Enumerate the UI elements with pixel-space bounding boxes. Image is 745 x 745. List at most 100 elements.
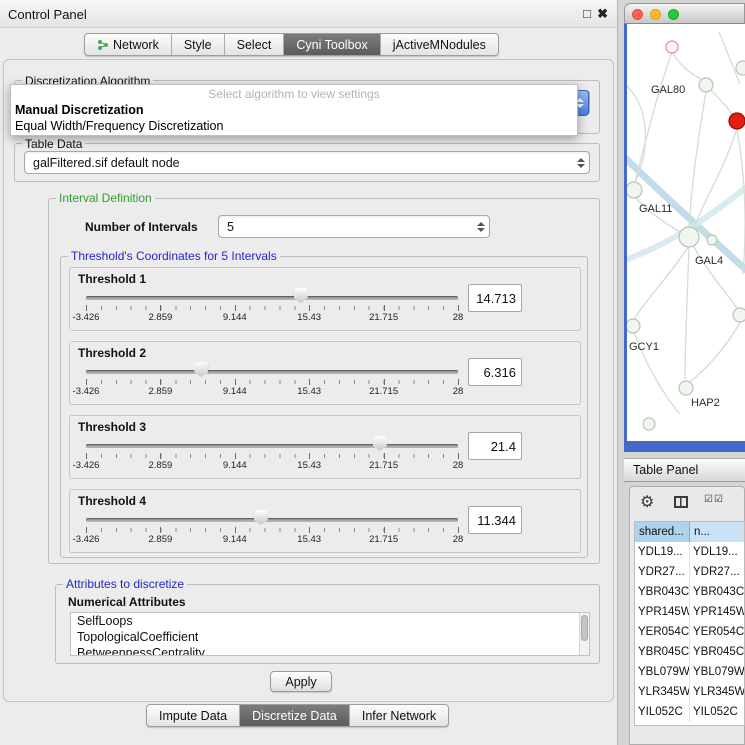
table-row[interactable]: YBL079WYBL079W: [635, 662, 744, 682]
checkboxes-icon[interactable]: ☑☑: [704, 494, 724, 505]
cell-name[interactable]: YBR043C: [690, 582, 744, 602]
threshold-value-field[interactable]: [468, 432, 522, 460]
list-scrollbar[interactable]: [579, 613, 589, 655]
tab-discretize-data[interactable]: Discretize Data: [240, 705, 350, 726]
tab-label: Style: [184, 38, 212, 52]
close-icon[interactable]: ✖: [597, 6, 608, 22]
tab-style[interactable]: Style: [172, 34, 225, 55]
column-header-name[interactable]: n...: [690, 522, 744, 542]
network-node[interactable]: [679, 227, 699, 247]
cell-shared-name[interactable]: YER054C: [635, 622, 690, 642]
column-header-shared-name[interactable]: shared...: [635, 522, 690, 542]
threshold-value-field[interactable]: [468, 506, 522, 534]
cell-shared-name[interactable]: YIL052C: [635, 702, 690, 722]
table-row[interactable]: YDL19...YDL19...: [635, 542, 744, 562]
slider-track[interactable]: [86, 518, 458, 522]
scale-tick: [309, 305, 310, 311]
threshold-value-field[interactable]: [468, 358, 522, 386]
network-node[interactable]: [643, 418, 655, 430]
slider-tick-marks: [86, 528, 459, 532]
cell-name[interactable]: YLR345W: [690, 682, 744, 702]
network-node[interactable]: [679, 381, 693, 395]
threshold-label: Threshold 3: [78, 420, 146, 434]
slider-thumb[interactable]: [373, 436, 387, 451]
slider-track[interactable]: [86, 296, 458, 300]
network-node[interactable]: [627, 182, 642, 198]
table-panel-header[interactable]: Table Panel: [624, 458, 745, 482]
threshold-label: Threshold 4: [78, 494, 146, 508]
zoom-button[interactable]: [668, 9, 679, 20]
cell-name[interactable]: YDR27...: [690, 562, 744, 582]
slider-track[interactable]: [86, 444, 458, 448]
slider-track[interactable]: [86, 370, 458, 374]
app-root: Control Panel □ ✖ Network Style Select C…: [0, 0, 745, 745]
table-row[interactable]: YIL052CYIL052C: [635, 702, 744, 722]
network-node[interactable]: [733, 308, 745, 322]
network-node[interactable]: [627, 319, 640, 333]
tab-infer-network[interactable]: Infer Network: [350, 705, 448, 726]
dropdown-option-equal-width[interactable]: Equal Width/Frequency Discretization: [15, 119, 223, 133]
cell-shared-name[interactable]: YBL079W: [635, 662, 690, 682]
cell-name[interactable]: YBR045C: [690, 642, 744, 662]
cell-shared-name[interactable]: YBR045C: [635, 642, 690, 662]
cell-name[interactable]: YDL19...: [690, 542, 744, 562]
algorithm-dropdown-popup: Select algorithm to view settings Manual…: [10, 84, 578, 136]
number-of-intervals-combo[interactable]: 5: [218, 215, 490, 238]
cell-shared-name[interactable]: YPR145W: [635, 602, 690, 622]
network-node[interactable]: [736, 61, 745, 75]
scale-tick: [160, 527, 161, 533]
number-of-intervals-value: 5: [227, 220, 234, 234]
cell-shared-name[interactable]: YDL19...: [635, 542, 690, 562]
scrollbar-thumb[interactable]: [581, 615, 588, 641]
node-label-gcy1: GCY1: [629, 341, 659, 353]
table-row[interactable]: YBR045CYBR045C: [635, 642, 744, 662]
thresholds-group-label: Threshold's Coordinates for 5 Intervals: [68, 249, 280, 263]
network-node[interactable]: [699, 78, 713, 92]
network-node[interactable]: [666, 41, 678, 53]
slider-thumb[interactable]: [254, 510, 268, 525]
updown-arrows-icon[interactable]: [577, 158, 585, 168]
scale-label: 15.43: [297, 534, 321, 545]
table-panel-title: Table Panel: [633, 463, 698, 477]
cell-name[interactable]: YBL079W: [690, 662, 744, 682]
network-node-selected[interactable]: [729, 113, 745, 129]
network-node[interactable]: [707, 235, 717, 245]
attribute-list-item[interactable]: BetweennessCentrality: [71, 645, 589, 656]
attribute-list-item[interactable]: SelfLoops: [71, 613, 589, 629]
scale-label: 9.144: [223, 460, 247, 471]
tab-network[interactable]: Network: [85, 34, 172, 55]
cell-name[interactable]: YIL052C: [690, 702, 744, 722]
table-data-combo[interactable]: galFiltered.sif default node: [24, 151, 590, 174]
table-row[interactable]: YBR043CYBR043C: [635, 582, 744, 602]
minimize-button[interactable]: [650, 9, 661, 20]
float-window-icon[interactable]: □: [583, 6, 591, 21]
tab-select[interactable]: Select: [225, 34, 285, 55]
cell-name[interactable]: YER054C: [690, 622, 744, 642]
dropdown-option-manual-discretization[interactable]: Manual Discretization: [15, 103, 144, 117]
table-row[interactable]: YPR145WYPR145W: [635, 602, 744, 622]
updown-arrows-icon[interactable]: [477, 222, 485, 232]
apply-button[interactable]: Apply: [270, 671, 332, 692]
columns-icon[interactable]: [674, 496, 688, 508]
slider-thumb[interactable]: [194, 362, 208, 377]
scale-label: 9.144: [223, 312, 247, 323]
table-row[interactable]: YER054CYER054C: [635, 622, 744, 642]
tab-jactivemnodules[interactable]: jActiveMNodules: [381, 34, 498, 55]
table-row[interactable]: YLR345WYLR345W: [635, 682, 744, 702]
tab-impute-data[interactable]: Impute Data: [147, 705, 240, 726]
cell-shared-name[interactable]: YLR345W: [635, 682, 690, 702]
tab-cyni-toolbox[interactable]: Cyni Toolbox: [284, 34, 380, 55]
cell-shared-name[interactable]: YDR27...: [635, 562, 690, 582]
close-button[interactable]: [632, 9, 643, 20]
slider-thumb[interactable]: [294, 288, 308, 303]
attribute-list-item[interactable]: TopologicalCoefficient: [71, 629, 589, 645]
scale-tick: [235, 305, 236, 311]
dropdown-placeholder-option[interactable]: Select algorithm to view settings: [11, 87, 577, 101]
gear-icon[interactable]: ⚙: [640, 492, 654, 512]
cell-shared-name[interactable]: YBR043C: [635, 582, 690, 602]
thresholds-container: Threshold 1-3.4262.8599.14415.4321.71528…: [60, 256, 588, 558]
threshold-value-field[interactable]: [468, 284, 522, 312]
cell-name[interactable]: YPR145W: [690, 602, 744, 622]
table-row[interactable]: YDR27...YDR27...: [635, 562, 744, 582]
network-canvas[interactable]: GAL80 GAL11 GAL4 GCY1 HAP2: [624, 24, 745, 441]
